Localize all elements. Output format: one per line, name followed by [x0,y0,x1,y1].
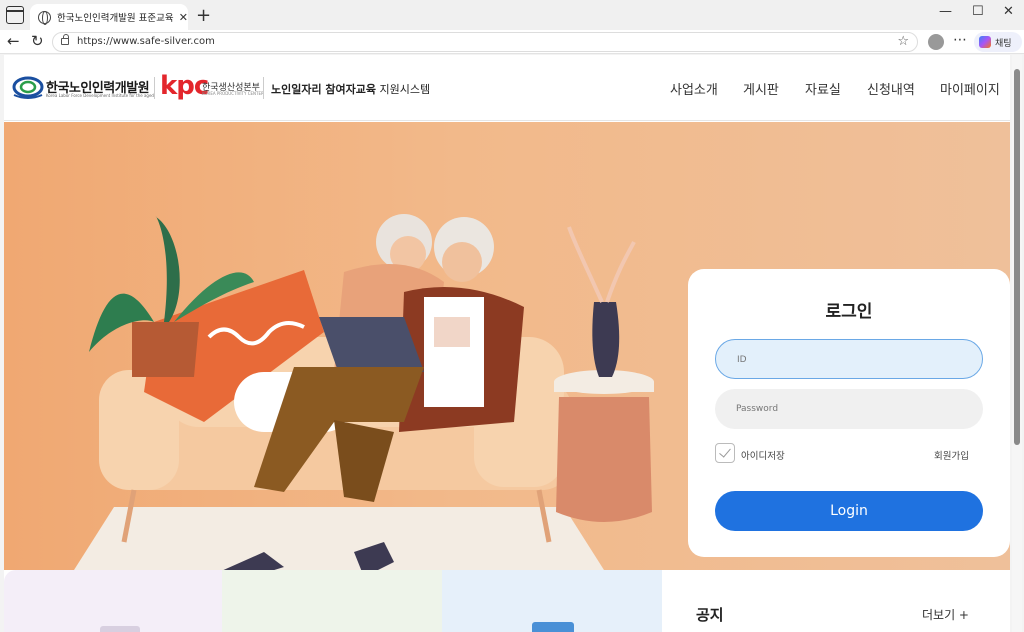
login-title: 로그인 [825,302,873,322]
kordi-logo-subtitle: Korea Labor Force Development Institute … [46,93,154,98]
quick-card-1[interactable] [4,570,222,632]
copilot-chat-button[interactable]: 채팅 [974,32,1022,52]
page-scrollbar[interactable] [1012,55,1022,632]
url-field[interactable]: https://www.safe-silver.com ☆ [52,32,918,52]
kpc-logo-subtitle: KOREA PRODUCTIVITY CENTER [202,91,264,96]
id-input[interactable]: ID [715,339,983,379]
maximize-button[interactable]: ☐ [972,4,984,19]
password-input[interactable]: Password [715,389,983,429]
lock-icon [61,34,69,45]
url-text: https://www.safe-silver.com [77,36,215,47]
profile-avatar[interactable] [928,34,944,50]
logo-divider [154,77,155,99]
new-tab-button[interactable]: + [196,5,211,26]
menu-business-intro[interactable]: 사업소개 [670,79,718,98]
system-title-rest: 지원시스템 [376,83,431,96]
notice-panel: 공지 더보기 + [662,570,1010,632]
quick-card-1-tab [100,626,140,632]
address-toolbar: ← ↻ https://www.safe-silver.com ☆ ⋯ 채팅 [0,30,1024,54]
notice-title: 공지 [696,606,724,624]
login-button[interactable]: Login [715,491,983,531]
quick-card-2[interactable] [222,570,442,632]
scrollbar-thumb[interactable] [1014,69,1020,445]
minimize-button[interactable]: — [939,4,952,19]
copilot-icon [979,36,991,48]
tab-title: 한국노인인력개발원 표준교육 시 [57,13,175,24]
kordi-logo-icon[interactable] [12,75,44,101]
tab-close-icon[interactable]: ✕ [179,11,188,24]
sign-up-link[interactable]: 회원가입 [934,448,969,462]
globe-icon [38,10,51,25]
quick-card-3-tab [532,622,574,632]
menu-board[interactable]: 게시판 [743,79,779,98]
browser-tab[interactable]: 한국노인인력개발원 표준교육 시 ✕ [30,4,188,30]
remember-id-checkbox[interactable] [715,443,735,463]
menu-applications[interactable]: 신청내역 [867,79,915,98]
quick-card-3[interactable] [442,570,662,632]
tab-actions-icon[interactable] [6,6,24,24]
system-title: 노인일자리 참여자교육 지원시스템 [271,81,430,97]
favorite-star-icon[interactable]: ☆ [897,34,909,49]
more-menu-icon[interactable]: ⋯ [953,32,967,48]
menu-my-page[interactable]: 마이페이지 [940,79,1000,98]
back-icon[interactable]: ← [7,32,20,50]
hero-banner: 로그인 ID Password 아이디저장 회원가입 Login [4,122,1010,587]
close-window-button[interactable]: ✕ [1003,4,1014,19]
browser-tab-bar: 한국노인인력개발원 표준교육 시 ✕ + — ☐ ✕ [0,0,1024,30]
remember-id-label[interactable]: 아이디저장 [741,448,785,462]
menu-resources[interactable]: 자료실 [805,79,841,98]
logo-divider [263,77,264,99]
login-card: 로그인 ID Password 아이디저장 회원가입 Login [688,269,1010,557]
refresh-icon[interactable]: ↻ [31,32,44,50]
site-header: 한국노인인력개발원 Korea Labor Force Development … [4,55,1010,121]
copilot-label: 채팅 [995,38,1012,49]
bottom-section: 공지 더보기 + [4,570,1010,632]
notice-more-link[interactable]: 더보기 + [922,606,969,623]
web-page: 한국노인인력개발원 Korea Labor Force Development … [4,55,1010,632]
system-title-bold: 노인일자리 참여자교육 [271,83,377,96]
